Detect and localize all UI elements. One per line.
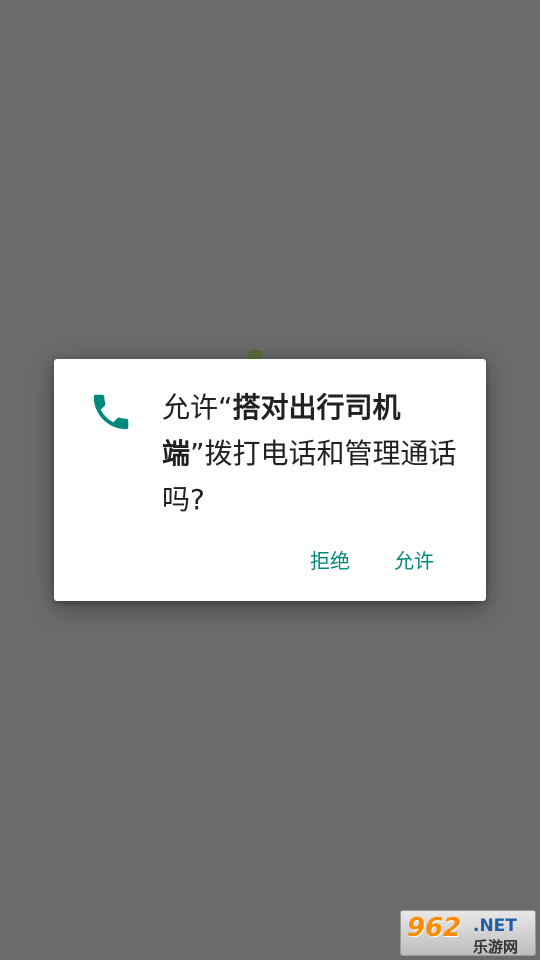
message-suffix: ”拨打电话和管理通话吗? — [162, 437, 457, 516]
allow-button[interactable]: 允许 — [372, 539, 456, 580]
watermark-domain: .NET — [473, 916, 517, 936]
permission-dialog: 允许“搭对出行司机端”拨打电话和管理通话吗? 拒绝 允许 — [54, 359, 486, 601]
permission-message: 允许“搭对出行司机端”拨打电话和管理通话吗? — [162, 385, 462, 523]
deny-button[interactable]: 拒绝 — [288, 539, 372, 580]
watermark-subtitle: 乐游网 — [473, 938, 519, 956]
dialog-actions: 拒绝 允许 — [288, 539, 456, 580]
site-watermark-logo: 962 .NET 乐游网 — [400, 910, 536, 956]
watermark-number: 962 — [407, 913, 462, 943]
phone-icon — [88, 389, 134, 435]
message-prefix: 允许“ — [162, 391, 233, 424]
